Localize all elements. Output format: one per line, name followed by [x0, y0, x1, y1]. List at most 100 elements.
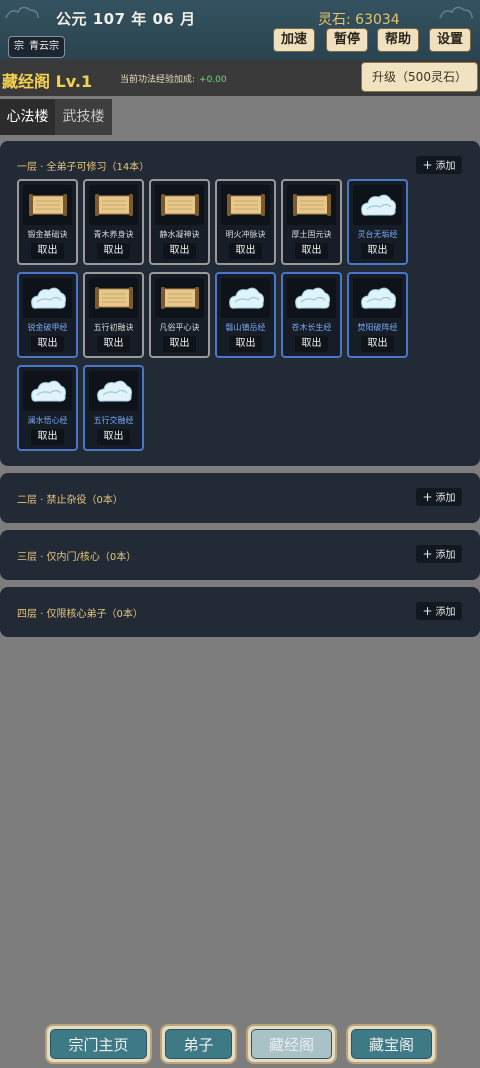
cloud-icon: [287, 278, 336, 318]
nav-sect-home[interactable]: 宗门主页: [45, 1024, 152, 1064]
building-tabs: 心法楼 武技楼: [0, 99, 112, 135]
book-name: 凡俗平心诀: [159, 323, 200, 332]
tab-mind-method[interactable]: 心法楼: [0, 99, 55, 135]
take-out-button[interactable]: 取出: [163, 336, 196, 352]
nav-label: 藏宝阁: [351, 1029, 432, 1059]
sect-icon: 宗: [14, 41, 24, 52]
book-name: 青木养身诀: [93, 230, 134, 239]
take-out-button[interactable]: 取出: [31, 336, 64, 352]
take-out-button[interactable]: 取出: [97, 243, 130, 259]
help-button[interactable]: 帮助: [377, 28, 419, 52]
scroll-icon: [287, 185, 336, 225]
tab-martial-skill[interactable]: 武技楼: [55, 99, 112, 135]
nav-treasure-pavilion[interactable]: 藏宝阁: [346, 1024, 437, 1064]
upgrade-button[interactable]: 升级（500灵石）: [361, 62, 478, 92]
book-card[interactable]: 青木养身诀 取出: [83, 179, 144, 265]
bottom-navigation: 宗门主页 弟子 藏经阁 藏宝阁: [0, 1020, 480, 1068]
exp-bonus: 当前功法经验加成: +0.00: [120, 72, 227, 85]
cloud-icon: [353, 185, 402, 225]
floor-2-panel: 二层 · 禁止杂役（0本） + 添加: [0, 473, 480, 523]
top-header: 公元 107 年 06 月 灵石: 63034 宗 青云宗 加速 暂停 帮助 设…: [0, 0, 480, 60]
plus-icon: +: [422, 547, 433, 561]
floor-4-panel: 四层 · 仅限核心弟子（0本） + 添加: [0, 587, 480, 637]
spirit-stone-count: 灵石: 63034: [318, 12, 400, 28]
scroll-icon: [89, 185, 138, 225]
book-card[interactable]: 锻金基础诀 取出: [17, 179, 78, 265]
floor-3-panel: 三层 · 仅内门/核心（0本） + 添加: [0, 530, 480, 580]
take-out-button[interactable]: 取出: [97, 336, 130, 352]
exp-bonus-label: 当前功法经验加成:: [120, 75, 196, 85]
book-name: 灵台无垢经: [357, 230, 398, 239]
book-card[interactable]: 厚土固元诀 取出: [281, 179, 342, 265]
take-out-button[interactable]: 取出: [229, 243, 262, 259]
add-book-button[interactable]: + 添加: [416, 545, 462, 563]
nav-scripture-pavilion[interactable]: 藏经阁: [246, 1024, 337, 1064]
take-out-button[interactable]: 取出: [295, 336, 328, 352]
book-name: 厚土固元诀: [291, 230, 332, 239]
scroll-icon: [155, 185, 204, 225]
book-name: 五行交融经: [93, 416, 134, 425]
scroll-icon: [221, 185, 270, 225]
settings-button[interactable]: 设置: [429, 28, 471, 52]
sect-badge[interactable]: 宗 青云宗: [8, 36, 65, 58]
book-name: 锐金破甲经: [27, 323, 68, 332]
scroll-icon: [155, 278, 204, 318]
scroll-icon: [89, 278, 138, 318]
take-out-button[interactable]: 取出: [229, 336, 262, 352]
sect-name: 青云宗: [29, 41, 59, 52]
book-name: 锻金基础诀: [27, 230, 68, 239]
nav-label: 宗门主页: [50, 1029, 147, 1059]
floor-title: 二层 · 禁止杂役（0本）: [17, 495, 123, 506]
book-card[interactable]: 五行交融经 取出: [83, 365, 144, 451]
floor-title: 三层 · 仅内门/核心（0本）: [17, 552, 137, 563]
game-date: 公元 107 年 06 月: [56, 10, 196, 28]
book-card[interactable]: 明火冲脉诀 取出: [215, 179, 276, 265]
book-card[interactable]: 凡俗平心诀 取出: [149, 272, 210, 358]
plus-icon: +: [422, 158, 433, 172]
cloud-ornament-icon: [439, 6, 473, 19]
add-label: 添加: [435, 493, 456, 504]
add-book-button[interactable]: + 添加: [416, 488, 462, 506]
book-card[interactable]: 焚阳破阵经 取出: [347, 272, 408, 358]
add-book-button[interactable]: + 添加: [416, 156, 462, 174]
add-book-button[interactable]: + 添加: [416, 602, 462, 620]
cloud-icon: [23, 371, 72, 411]
add-label: 添加: [435, 161, 456, 172]
book-card[interactable]: 灵台无垢经 取出: [347, 179, 408, 265]
exp-bonus-value: +0.00: [199, 75, 227, 85]
nav-label: 藏经阁: [251, 1029, 332, 1059]
nav-disciples[interactable]: 弟子: [160, 1024, 237, 1064]
take-out-button[interactable]: 取出: [31, 429, 64, 445]
pause-button[interactable]: 暂停: [326, 28, 368, 52]
take-out-button[interactable]: 取出: [295, 243, 328, 259]
book-name: 苍木长生经: [291, 323, 332, 332]
cloud-ornament-icon: [5, 6, 39, 19]
book-name: 明火冲脉诀: [225, 230, 266, 239]
book-name: 焚阳破阵经: [357, 323, 398, 332]
book-name: 澜水悟心经: [27, 416, 68, 425]
book-grid: 锻金基础诀 取出 青木养身诀 取出 静水凝神诀 取出 明火冲脉诀 取出 厚土固元诀 取出 灵台无垢经…: [17, 179, 417, 451]
floor-title: 一层 · 全弟子可修习（14本）: [17, 162, 150, 173]
book-card[interactable]: 磐山镇岳经 取出: [215, 272, 276, 358]
take-out-button[interactable]: 取出: [361, 243, 394, 259]
book-card[interactable]: 静水凝神诀 取出: [149, 179, 210, 265]
cloud-icon: [353, 278, 402, 318]
book-card[interactable]: 苍木长生经 取出: [281, 272, 342, 358]
book-name: 磐山镇岳经: [225, 323, 266, 332]
take-out-button[interactable]: 取出: [361, 336, 394, 352]
cloud-icon: [89, 371, 138, 411]
add-label: 添加: [435, 550, 456, 561]
book-card[interactable]: 锐金破甲经 取出: [17, 272, 78, 358]
book-name: 五行初融诀: [93, 323, 134, 332]
plus-icon: +: [422, 604, 433, 618]
floor-title: 四层 · 仅限核心弟子（0本）: [17, 609, 143, 620]
floor-1-panel: 一层 · 全弟子可修习（14本） + 添加 锻金基础诀 取出 青木养身诀 取出 静水凝神诀…: [0, 141, 480, 466]
book-card[interactable]: 澜水悟心经 取出: [17, 365, 78, 451]
take-out-button[interactable]: 取出: [97, 429, 130, 445]
take-out-button[interactable]: 取出: [31, 243, 64, 259]
scroll-icon: [23, 185, 72, 225]
book-card[interactable]: 五行初融诀 取出: [83, 272, 144, 358]
speed-button[interactable]: 加速: [273, 28, 315, 52]
cloud-icon: [23, 278, 72, 318]
take-out-button[interactable]: 取出: [163, 243, 196, 259]
